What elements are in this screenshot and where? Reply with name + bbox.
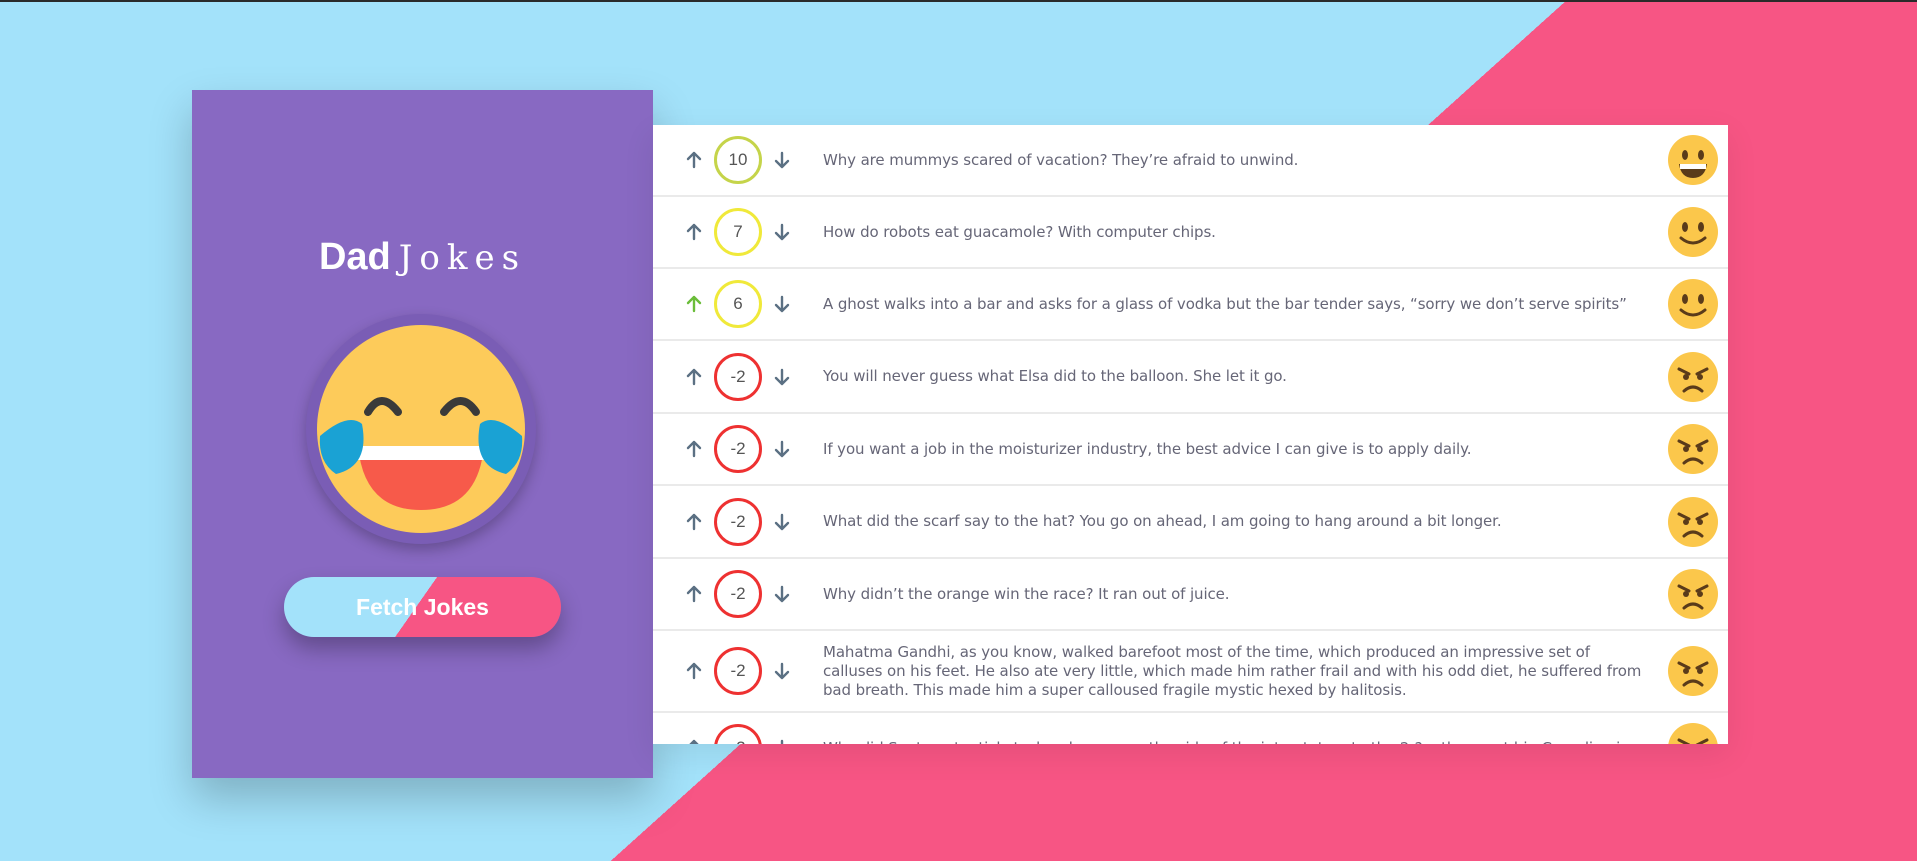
- angry-face-icon: [1667, 568, 1719, 620]
- joke-score: 10: [714, 136, 762, 184]
- vote-controls: 6: [653, 280, 823, 328]
- joke-row: 6 A ghost walks into a bar and asks for a…: [653, 269, 1728, 341]
- joke-row: -2 Why didn’t the orange win the race? It…: [653, 559, 1728, 631]
- upvote-arrow-icon[interactable]: [680, 657, 708, 685]
- upvote-arrow-icon[interactable]: [680, 508, 708, 536]
- angry-face-icon: [1667, 645, 1719, 697]
- downvote-arrow-icon[interactable]: [768, 146, 796, 174]
- vote-controls: -2: [653, 570, 823, 618]
- joke-row: -2 Why did Santa get a ticket when he was…: [653, 713, 1728, 744]
- upvote-arrow-icon[interactable]: [680, 146, 708, 174]
- upvote-arrow-icon[interactable]: [680, 290, 708, 318]
- downvote-arrow-icon[interactable]: [768, 734, 796, 744]
- joke-text: Why didn’t the orange win the race? It r…: [823, 584, 1230, 603]
- downvote-arrow-icon[interactable]: [768, 218, 796, 246]
- joke-score: -2: [714, 570, 762, 618]
- vote-controls: -2: [653, 647, 823, 695]
- joke-row: 10 Why are mummys scared of vacation? The…: [653, 125, 1728, 197]
- app-title-light: Jokes: [398, 238, 527, 278]
- joke-text: You will never guess what Elsa did to th…: [823, 367, 1287, 385]
- angry-face-icon: [1667, 423, 1719, 475]
- downvote-arrow-icon[interactable]: [768, 435, 796, 463]
- joke-row: -2 You will never guess what Elsa did to …: [653, 341, 1728, 414]
- downvote-arrow-icon[interactable]: [768, 508, 796, 536]
- joke-score: -2: [714, 352, 762, 401]
- sidebar-card: Dad Jokes Fetch Jokes: [192, 90, 653, 778]
- fetch-jokes-button[interactable]: Fetch Jokes: [284, 577, 561, 637]
- angry-face-icon: [1667, 722, 1719, 744]
- downvote-arrow-icon[interactable]: [768, 580, 796, 608]
- vote-controls: 10: [653, 136, 823, 184]
- joke-text: A ghost walks into a bar and asks for a …: [823, 294, 1627, 313]
- joke-score: -2: [714, 647, 762, 695]
- joke-text: What did the scarf say to the hat? You g…: [823, 512, 1502, 530]
- vote-controls: -2: [653, 425, 823, 473]
- smiling-face-icon: [1667, 278, 1719, 330]
- joke-text: Why did Santa get a ticket when he was o…: [823, 739, 1667, 745]
- upvote-arrow-icon[interactable]: [680, 580, 708, 608]
- downvote-arrow-icon[interactable]: [768, 363, 796, 391]
- upvote-arrow-icon[interactable]: [680, 734, 708, 744]
- vote-controls: -2: [653, 724, 823, 744]
- upvote-arrow-icon[interactable]: [680, 218, 708, 246]
- grinning-face-icon: [1667, 134, 1719, 186]
- joke-text: If you want a job in the moisturizer ind…: [823, 439, 1472, 458]
- jokes-list: 10 Why are mummys scared of vacation? The…: [653, 125, 1728, 744]
- upvote-arrow-icon[interactable]: [680, 435, 708, 463]
- angry-face-icon: [1667, 351, 1719, 403]
- vote-controls: -2: [653, 497, 823, 546]
- app-title-bold: Dad: [318, 236, 391, 278]
- joke-score: -2: [714, 724, 762, 744]
- vote-controls: -2: [653, 352, 823, 401]
- joke-row: -2 What did the scarf say to the hat? You…: [653, 486, 1728, 559]
- app-title: Dad Jokes: [192, 238, 653, 276]
- laughing-tears-emoji-icon: [306, 314, 536, 544]
- joke-text: Mahatma Gandhi, as you know, walked bare…: [823, 642, 1642, 699]
- joke-score: -2: [714, 497, 762, 546]
- joke-score: -2: [714, 425, 762, 473]
- downvote-arrow-icon[interactable]: [768, 657, 796, 685]
- joke-row: -2 If you want a job in the moisturizer i…: [653, 414, 1728, 486]
- vote-controls: 7: [653, 208, 823, 256]
- upvote-arrow-icon[interactable]: [680, 363, 708, 391]
- page-background: Dad Jokes Fetch Jokes 10 Why are mummys sc…: [0, 0, 1917, 861]
- joke-score: 7: [714, 208, 762, 256]
- smiling-face-icon: [1667, 206, 1719, 258]
- joke-row: 7 How do robots eat guacamole? With compu…: [653, 197, 1728, 269]
- angry-face-icon: [1667, 496, 1719, 548]
- joke-text: Why are mummys scared of vacation? They’…: [823, 150, 1299, 169]
- joke-text: How do robots eat guacamole? With comput…: [823, 222, 1216, 241]
- downvote-arrow-icon[interactable]: [768, 290, 796, 318]
- joke-score: 6: [714, 280, 762, 328]
- joke-row: -2 Mahatma Gandhi, as you know, walked ba…: [653, 631, 1728, 713]
